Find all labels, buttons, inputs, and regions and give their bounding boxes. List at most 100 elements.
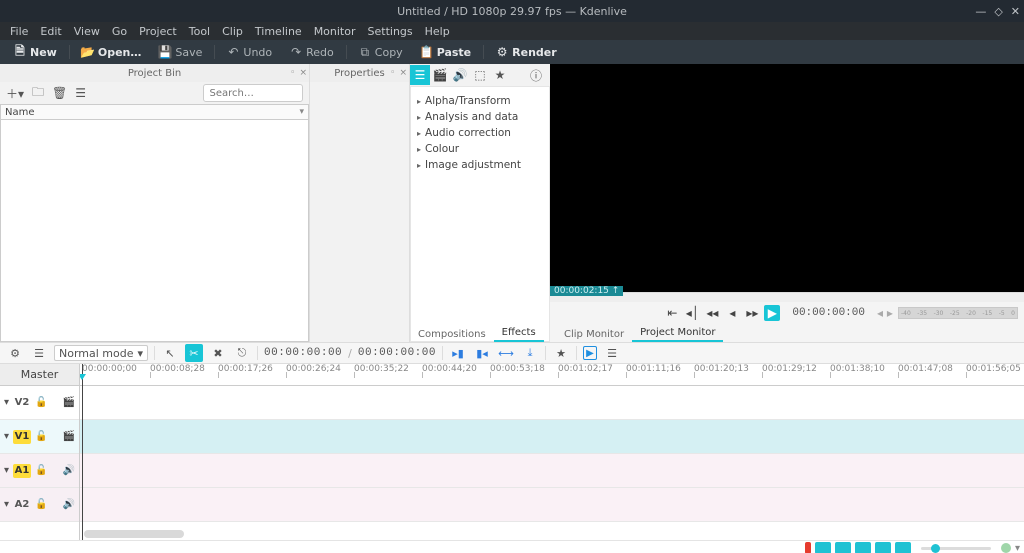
prev-frame-icon[interactable]: ◂│ xyxy=(684,305,700,321)
timeline-position[interactable]: 00:00:00:00 xyxy=(264,347,342,359)
rewind-icon[interactable]: ◂◂ xyxy=(704,305,720,321)
menu-help[interactable]: Help xyxy=(419,25,456,38)
close-panel-icon[interactable]: × xyxy=(399,68,407,78)
selection-tool-icon[interactable]: ↖ xyxy=(161,344,179,362)
effects-category[interactable]: ▸Image adjustment xyxy=(417,157,543,173)
render-button[interactable]: ⚙Render xyxy=(488,40,565,64)
menu-settings[interactable]: Settings xyxy=(362,25,419,38)
tab-clip-monitor[interactable]: Clip Monitor xyxy=(556,327,632,342)
bin-column-name[interactable]: Name xyxy=(0,104,309,120)
timeline: Master ▾V2🔓🎬 ▾V1🔓🎬 ▾A1🔓🔊 ▾A2🔓🔊 00:00:00;… xyxy=(0,364,1024,540)
new-button[interactable]: 🗎New xyxy=(6,40,65,64)
effects-category[interactable]: ▸Analysis and data xyxy=(417,109,543,125)
folder-icon[interactable]: 🗀 xyxy=(32,83,44,104)
undock-icon[interactable]: ◦ xyxy=(290,68,295,78)
menu-clip[interactable]: Clip xyxy=(216,25,249,38)
bin-list[interactable] xyxy=(0,120,309,342)
paste-button[interactable]: 📋Paste xyxy=(413,40,479,64)
effects-tab-audio-icon[interactable]: 🔊 xyxy=(450,65,470,85)
effects-category[interactable]: ▸Colour xyxy=(417,141,543,157)
effects-category[interactable]: ▸Alpha/Transform xyxy=(417,93,543,109)
status-indicator-icon[interactable] xyxy=(1001,543,1011,553)
go-start-icon[interactable]: ⇤ xyxy=(664,305,680,321)
tab-effects[interactable]: Effects xyxy=(494,325,544,342)
zone-in-icon[interactable]: ▸▮ xyxy=(449,344,467,362)
track-head-a2[interactable]: ▾A2🔓🔊 xyxy=(0,488,79,522)
monitor-timecode[interactable]: 00:00:00:00 xyxy=(792,307,865,319)
ruler-mark: 00:00:53;18 xyxy=(490,364,545,374)
search-input[interactable] xyxy=(203,84,303,102)
copy-button[interactable]: ⧉Copy xyxy=(351,40,411,64)
preview-menu-icon[interactable]: ☰ xyxy=(603,344,621,362)
ruler-mark: 00:00:26;24 xyxy=(286,364,341,374)
overwrite-icon[interactable]: ⟷ xyxy=(497,344,515,362)
timeline-scrollbar[interactable] xyxy=(84,530,184,538)
status-error-icon[interactable] xyxy=(805,542,811,553)
zone-out-icon[interactable]: ▮◂ xyxy=(473,344,491,362)
forward-icon[interactable]: ▸▸ xyxy=(744,305,760,321)
playhead[interactable] xyxy=(82,364,83,540)
preview-render-icon[interactable]: ▶ xyxy=(583,346,597,360)
effects-category[interactable]: ▸Audio correction xyxy=(417,125,543,141)
effects-tab-video-icon[interactable]: 🎬 xyxy=(430,65,450,85)
snap-icon[interactable]: ⎋ xyxy=(233,344,251,362)
redo-button[interactable]: ↷Redo xyxy=(282,40,342,64)
menu-go[interactable]: Go xyxy=(106,25,133,38)
status-chip[interactable] xyxy=(835,542,851,553)
lock-icon[interactable]: 🔓 xyxy=(35,465,47,476)
menu-tool[interactable]: Tool xyxy=(183,25,216,38)
tab-compositions[interactable]: Compositions xyxy=(410,327,494,342)
favorite-icon[interactable]: ★ xyxy=(552,344,570,362)
menu-file[interactable]: File xyxy=(4,25,34,38)
effects-tab-favorite-icon[interactable]: ★ xyxy=(490,65,510,85)
status-chip[interactable] xyxy=(875,542,891,553)
status-chip[interactable] xyxy=(855,542,871,553)
monitor-canvas[interactable] xyxy=(550,64,1024,292)
undock-icon[interactable]: ◦ xyxy=(390,68,395,78)
edit-mode-select[interactable]: Normal mode▾ xyxy=(54,345,148,361)
spacer-tool-icon[interactable]: ✖ xyxy=(209,344,227,362)
add-clip-icon[interactable]: ＋▾ xyxy=(6,85,24,102)
track-head-a1[interactable]: ▾A1🔓🔊 xyxy=(0,454,79,488)
monitor-frame-stepper[interactable]: ◂ ▸ xyxy=(877,306,893,320)
timeline-ruler[interactable]: 00:00:00;0000:00:08;2800:00:17;2600:00:2… xyxy=(80,364,1024,386)
window-title: Untitled / HD 1080p 29.97 fps — Kdenlive xyxy=(0,5,1024,18)
close-icon[interactable]: ✕ xyxy=(1011,5,1020,18)
lock-icon[interactable]: 🔓 xyxy=(35,431,47,442)
settings-icon[interactable]: ⚙ xyxy=(6,344,24,362)
speaker-icon: 🔊 xyxy=(63,465,75,476)
play-reverse-icon[interactable]: ◂ xyxy=(724,305,740,321)
menu-monitor[interactable]: Monitor xyxy=(308,25,362,38)
open-button[interactable]: 📂Open… xyxy=(74,40,150,64)
status-chip[interactable] xyxy=(895,542,911,553)
close-panel-icon[interactable]: × xyxy=(299,68,307,78)
effects-info-icon[interactable]: ⓘ xyxy=(526,65,546,85)
save-button[interactable]: 💾Save xyxy=(151,40,210,64)
master-track-head[interactable]: Master xyxy=(0,364,79,386)
ruler-mark: 00:01:20;13 xyxy=(694,364,749,374)
menu-view[interactable]: View xyxy=(68,25,106,38)
status-chip[interactable] xyxy=(815,542,831,553)
menu-edit[interactable]: Edit xyxy=(34,25,67,38)
effects-tab-main-icon[interactable]: ☰ xyxy=(410,65,430,85)
track-head-v2[interactable]: ▾V2🔓🎬 xyxy=(0,386,79,420)
maximize-icon[interactable]: ◇ xyxy=(994,5,1002,18)
zoom-slider[interactable] xyxy=(921,547,991,550)
tag-icon[interactable]: ☰ xyxy=(75,86,86,100)
effects-tab-custom-icon[interactable]: ⬚ xyxy=(470,65,490,85)
insert-icon[interactable]: ⤓ xyxy=(521,344,539,362)
timeline-canvas[interactable]: 00:00:00;0000:00:08;2800:00:17;2600:00:2… xyxy=(80,364,1024,540)
menu-project[interactable]: Project xyxy=(133,25,183,38)
tab-project-monitor[interactable]: Project Monitor xyxy=(632,325,723,342)
menu-timeline[interactable]: Timeline xyxy=(249,25,308,38)
lock-icon[interactable]: 🔓 xyxy=(35,499,47,510)
history-menu-icon[interactable]: ▾ xyxy=(1015,543,1020,553)
track-menu-icon[interactable]: ☰ xyxy=(30,344,48,362)
lock-icon[interactable]: 🔓 xyxy=(35,397,47,408)
track-head-v1[interactable]: ▾V1🔓🎬 xyxy=(0,420,79,454)
razor-tool-icon[interactable]: ✂ xyxy=(185,344,203,362)
undo-button[interactable]: ↶Undo xyxy=(219,40,280,64)
minimize-icon[interactable]: — xyxy=(975,5,986,18)
play-button[interactable]: ▶ xyxy=(764,305,780,321)
delete-icon[interactable]: 🗑 xyxy=(52,86,67,100)
